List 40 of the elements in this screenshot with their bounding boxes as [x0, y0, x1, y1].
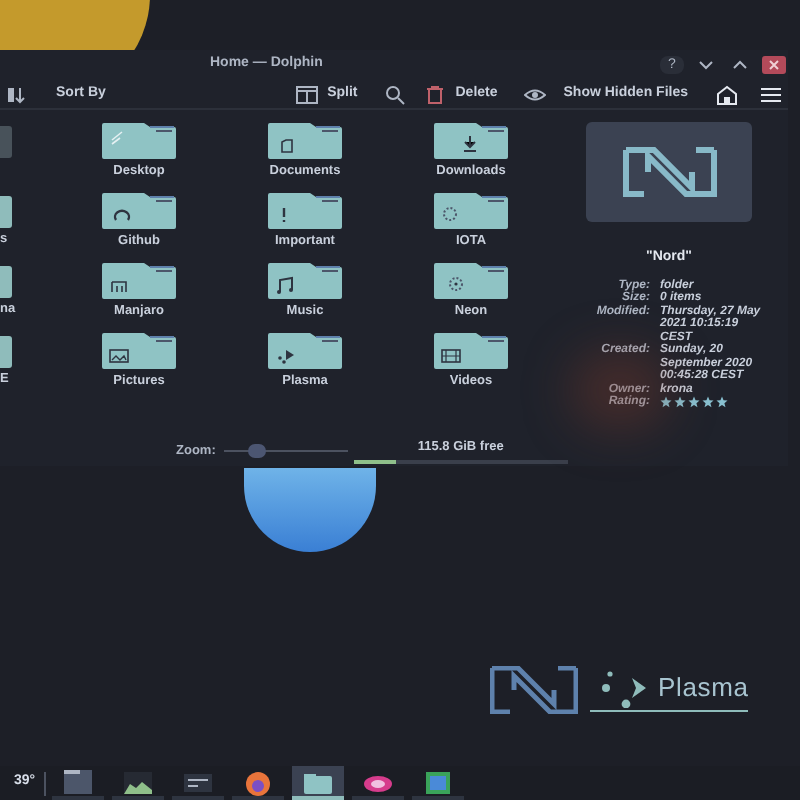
star-icon[interactable] — [716, 396, 728, 408]
folder-icon[interactable] — [266, 262, 344, 300]
search-icon[interactable] — [383, 83, 406, 105]
folder-icon[interactable] — [0, 262, 12, 298]
star-icon[interactable] — [702, 396, 714, 408]
folder-icon[interactable] — [0, 332, 12, 368]
folder-icon[interactable] — [100, 122, 178, 160]
task-button[interactable] — [291, 766, 344, 800]
folder-icon[interactable] — [100, 262, 178, 300]
task-button[interactable] — [51, 766, 104, 800]
maximize-icon[interactable] — [728, 56, 752, 74]
folder-icon[interactable] — [100, 332, 178, 370]
menu-icon[interactable] — [760, 83, 782, 105]
minimize-icon[interactable] — [694, 56, 718, 74]
star-icon[interactable] — [674, 396, 686, 408]
folder-icon[interactable] — [266, 332, 344, 370]
folder-icon[interactable] — [432, 332, 510, 370]
sort-icon — [6, 83, 28, 105]
plasma-logo-text: Plasma — [658, 670, 749, 707]
task-button[interactable] — [411, 766, 464, 800]
folder-icon[interactable] — [432, 262, 510, 300]
slider-thumb[interactable] — [248, 444, 267, 458]
task-button[interactable] — [231, 766, 284, 800]
logo-icon — [490, 666, 578, 714]
folder-icon[interactable] — [100, 192, 178, 230]
star-icon[interactable] — [660, 396, 672, 408]
home-icon[interactable] — [716, 83, 738, 105]
close-icon[interactable] — [762, 56, 786, 74]
folder-icon[interactable] — [432, 122, 510, 160]
folder-icon[interactable] — [0, 192, 12, 228]
folder-icon[interactable] — [432, 192, 510, 230]
desktop-icon — [59, 765, 96, 797]
task-button[interactable] — [111, 766, 164, 800]
logo-icon — [621, 146, 717, 198]
folder-icon[interactable] — [266, 122, 344, 160]
zoom-slider[interactable] — [223, 444, 348, 458]
folder-icon[interactable] — [266, 192, 344, 230]
star-icon[interactable] — [688, 396, 700, 408]
trash-icon — [423, 83, 446, 105]
split-view-icon — [295, 83, 318, 105]
